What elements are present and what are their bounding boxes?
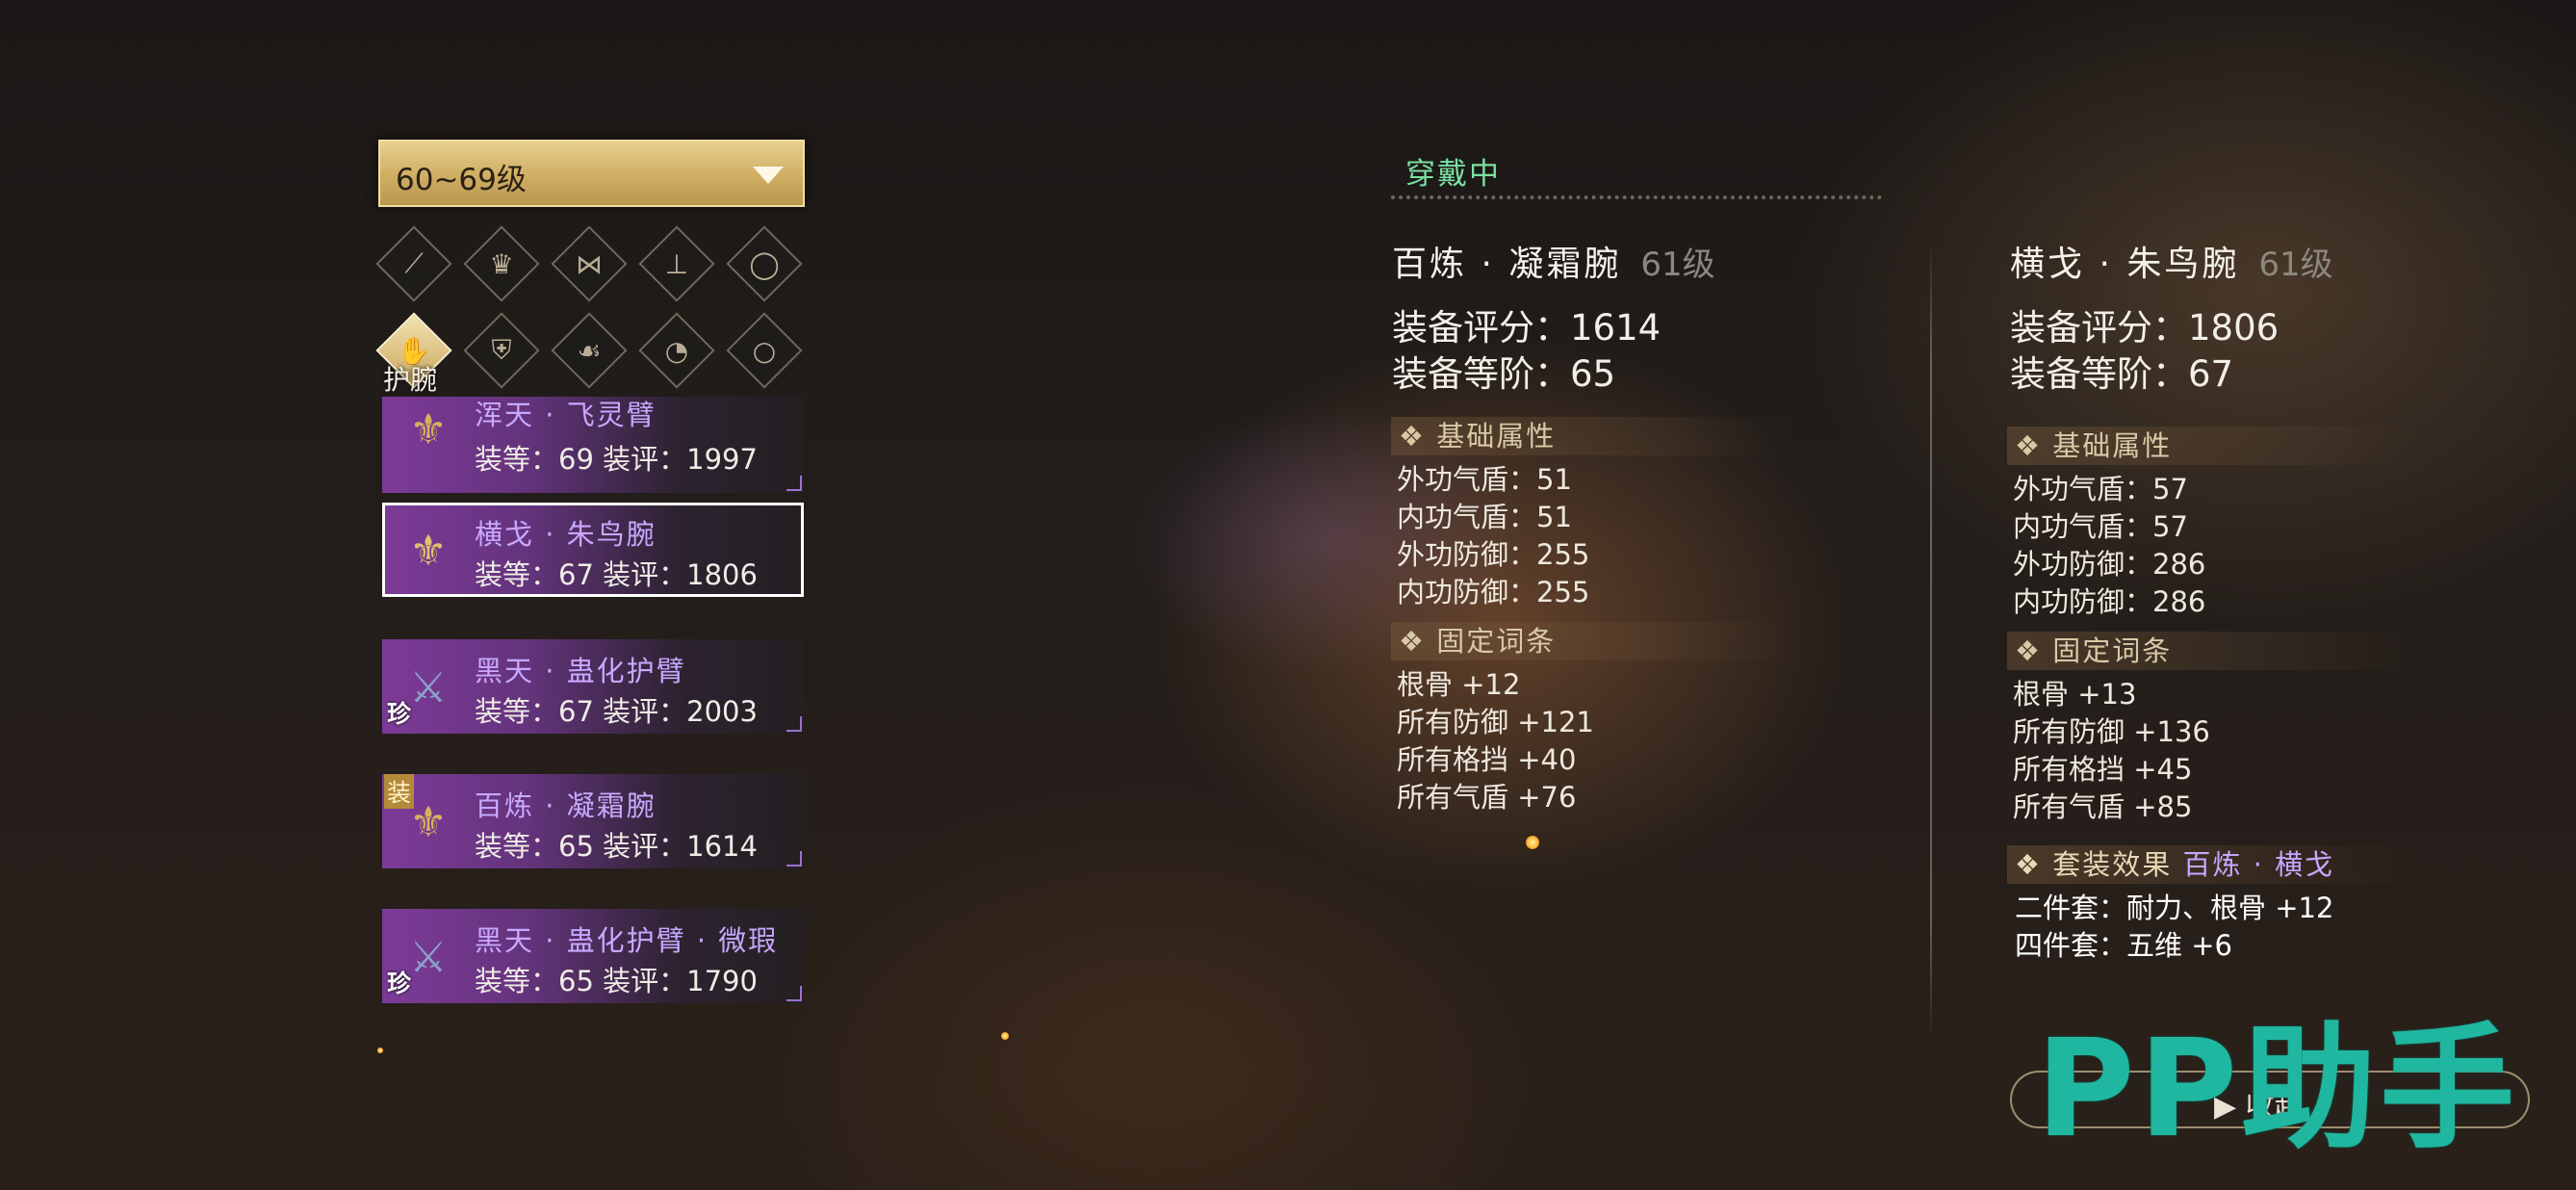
item-name: 横戈 · 朱鸟腕 [475,518,657,551]
current-fixed-section: ❖ 固定词条 [1391,622,1795,660]
corner-mark [786,986,802,1001]
category-boots[interactable]: ⊥ [638,225,715,302]
list-item[interactable]: ⚜ 装 百炼 · 凝霜腕 装等：65 装评：1614 [382,774,804,868]
ring-icon: ◯ [749,247,780,280]
set-bonus-2: 二件套：耐力、根骨 +12 [2015,892,2334,924]
item-stats: 装等：67 装评：2003 [475,695,758,728]
spark-effect [1001,1032,1009,1040]
level-range-dropdown[interactable]: 60~69级 [378,140,805,207]
wearing-tag: 穿戴中 [1405,157,1501,192]
category-pendant[interactable]: ◔ [638,312,715,389]
pendant-icon: ◔ [664,334,689,367]
current-basic-stat: 外功气盾：51 [1397,463,1572,496]
compare-basic-section: ❖ 基础属性 [2007,427,2411,465]
compare-set-section: ❖ 套装效果 百炼 · 横戈 [2007,845,2421,884]
current-fixed-stat: 所有气盾 +76 [1397,781,1577,814]
category-glove[interactable]: ☙ [551,312,628,389]
current-basic-stat: 内功防御：255 [1397,576,1590,608]
compare-score: 装备评分：1806 [2010,307,2280,349]
level-range-label: 60~69级 [396,163,527,197]
bracer-thumbnail-icon: ⚜ [409,526,448,576]
item-name: 百炼 · 凝霜腕 [475,789,657,822]
corner-mark [786,716,802,732]
compare-item-title: 横戈 · 朱鸟腕 61级 [2010,236,2333,286]
compare-fixed-section: ❖ 固定词条 [2007,632,2411,670]
category-belt[interactable]: ⋈ [551,225,628,302]
spark-effect [1526,836,1539,849]
corner-mark [786,476,802,491]
compare-fixed-stat: 所有气盾 +85 [2013,790,2193,823]
compare-fixed-stat: 所有格挡 +45 [2013,753,2193,786]
current-item-title: 百炼 · 凝霜腕 61级 [1392,236,1715,286]
list-item[interactable]: ⚜ 浑天 · 飞灵臂 装等：69 装评：1997 [382,397,804,493]
spark-effect [377,1048,383,1053]
current-fixed-stat: 根骨 +12 [1397,668,1521,701]
compare-fixed-stat: 根骨 +13 [2013,678,2137,711]
boots-icon: ⊥ [664,247,689,280]
set-effect-name: 百炼 · 横戈 [2182,848,2335,881]
set-bonus-4: 四件套：五维 +6 [2015,929,2232,962]
category-ring[interactable]: ◯ [726,225,803,302]
helmet-icon: ♛ [489,247,514,280]
compare-item-name: 横戈 · 朱鸟腕 [2010,245,2240,284]
compare-basic-stat: 外功防御：286 [2013,548,2206,581]
item-stats: 装等：65 装评：1614 [475,830,758,863]
divider [1391,195,1882,199]
current-item-name: 百炼 · 凝霜腕 [1392,245,1622,284]
category-helmet[interactable]: ♛ [463,225,540,302]
current-basic-stat: 内功气盾：51 [1397,501,1572,533]
watermark-logo: PP助手 [2036,1011,2519,1168]
panel-divider [1930,241,1932,1040]
current-fixed-stat: 所有防御 +121 [1397,706,1594,738]
set-effect-title: ❖ 套装效果 [2015,848,2173,881]
compare-basic-stat: 内功气盾：57 [2013,510,2188,543]
belt-icon: ⋈ [576,247,603,280]
compare-basic-stat: 内功防御：286 [2013,585,2206,618]
category-armor[interactable]: ⛨ [463,312,540,389]
current-item-level: 61级 [1640,246,1715,284]
bracer-thumbnail-icon: ⚜ [409,404,448,454]
category-weapon[interactable]: ⟋ [375,225,452,302]
necklace-icon: ○ [752,334,777,367]
rare-badge: 珍 [387,700,412,728]
corner-mark [786,851,802,867]
current-score: 装备评分：1614 [1392,307,1662,349]
item-stats: 装等：67 装评：1806 [475,558,758,591]
item-stats: 装等：65 装评：1790 [475,965,758,997]
compare-tier: 装备等阶：67 [2010,353,2234,395]
chevron-down-icon [753,167,784,184]
list-item[interactable]: ⚔ 黑天 · 蛊化护臂 装等：67 装评：2003 珍 [382,639,804,734]
current-basic-section: ❖ 基础属性 [1391,417,1795,455]
list-item[interactable]: ⚔ 黑天 · 蛊化护臂 · 微瑕 装等：65 装评：1790 珍 [382,909,804,1003]
category-necklace[interactable]: ○ [726,312,803,389]
item-name: 浑天 · 飞灵臂 [475,399,657,431]
compare-basic-stat: 外功气盾：57 [2013,473,2188,505]
glove-icon: ☙ [577,334,602,367]
current-tier: 装备等阶：65 [1392,353,1616,395]
current-basic-stat: 外功防御：255 [1397,538,1590,571]
compare-fixed-stat: 所有防御 +136 [2013,715,2210,748]
weapon-icon: ⟋ [404,247,424,279]
list-item-selected[interactable]: ⚜ 横戈 · 朱鸟腕 装等：67 装评：1806 [382,503,804,597]
item-name: 黑天 · 蛊化护臂 · 微瑕 [475,924,779,957]
selected-category-label: 护腕 [383,364,438,396]
armor-icon: ⛨ [491,334,512,366]
item-stats: 装等：69 装评：1997 [475,443,758,476]
compare-item-level: 61级 [2258,246,2333,284]
rare-badge: 珍 [387,970,412,997]
current-fixed-stat: 所有格挡 +40 [1397,743,1577,776]
equipped-badge: 装 [384,774,415,809]
item-name: 黑天 · 蛊化护臂 [475,655,686,687]
